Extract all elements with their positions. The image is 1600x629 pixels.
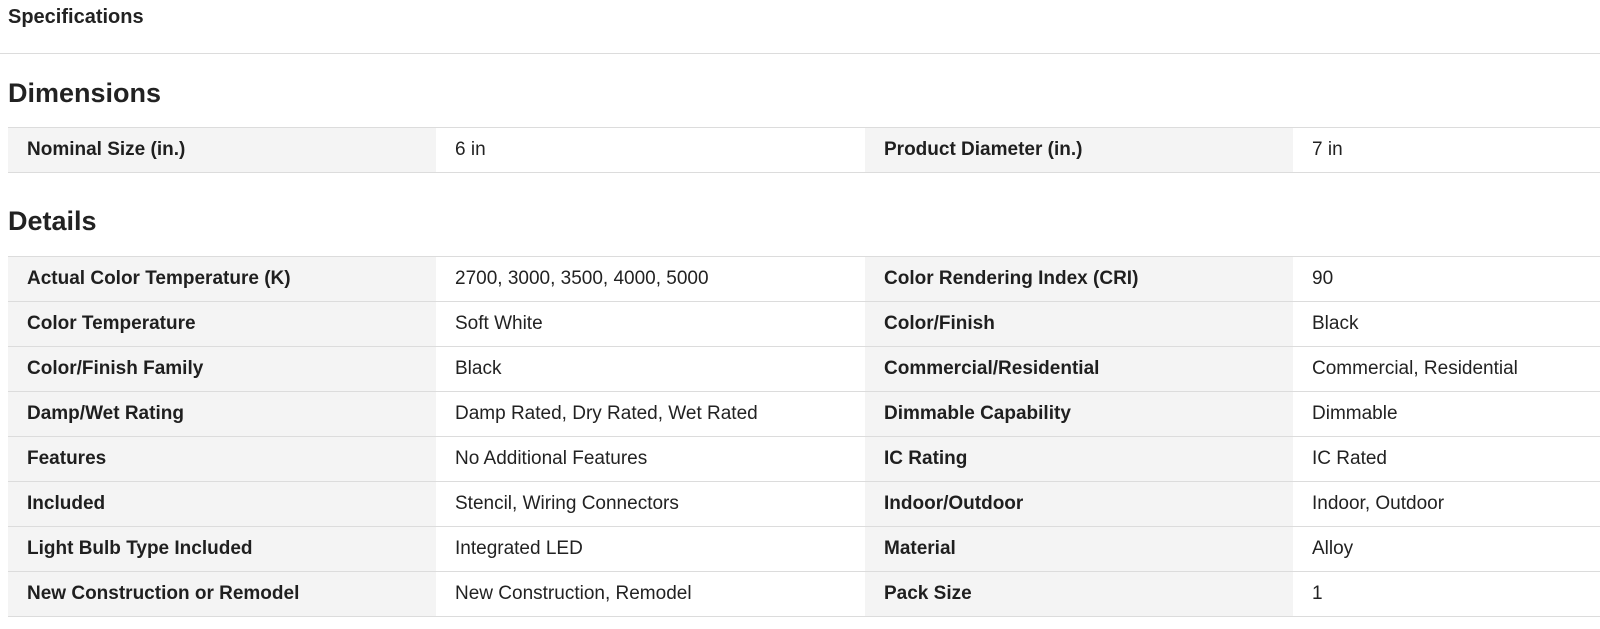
spec-label: Indoor/Outdoor (865, 482, 1293, 526)
spec-row: Light Bulb Type Included Integrated LED Ma… (8, 527, 1600, 572)
spec-value: 1 (1293, 572, 1600, 616)
spec-label: Light Bulb Type Included (8, 527, 436, 571)
spec-value: No Additional Features (436, 437, 865, 481)
spec-value: Black (436, 347, 865, 391)
spec-row: Nominal Size (in.) 6 in Product Diameter (… (8, 128, 1600, 173)
spec-value: Commercial, Residential (1293, 347, 1600, 391)
spec-label: Product Diameter (in.) (865, 128, 1293, 172)
spec-row: Damp/Wet Rating Damp Rated, Dry Rated, We… (8, 392, 1600, 437)
spec-label: Color Rendering Index (CRI) (865, 257, 1293, 301)
specifications-header: Specifications (0, 0, 1600, 54)
section-title-dimensions: Dimensions (8, 78, 162, 108)
spec-label: Nominal Size (in.) (8, 128, 436, 172)
spec-label: Actual Color Temperature (K) (8, 257, 436, 301)
page-title: Specifications (8, 6, 144, 28)
spec-label: Color Temperature (8, 302, 436, 346)
spec-label: Included (8, 482, 436, 526)
spec-value: 2700, 3000, 3500, 4000, 5000 (436, 257, 865, 301)
spec-value: IC Rated (1293, 437, 1600, 481)
spec-value: 6 in (436, 128, 865, 172)
spec-label: Material (865, 527, 1293, 571)
spec-label: IC Rating (865, 437, 1293, 481)
spec-label: Dimmable Capability (865, 392, 1293, 436)
spec-label: New Construction or Remodel (8, 572, 436, 616)
spec-value: 90 (1293, 257, 1600, 301)
dimensions-table: Nominal Size (in.) 6 in Product Diameter (… (8, 127, 1600, 173)
spec-value: Indoor, Outdoor (1293, 482, 1600, 526)
spec-value: Black (1293, 302, 1600, 346)
section-title-details: Details (8, 206, 97, 236)
spec-row: Color/Finish Family Black Commercial/Resid… (8, 347, 1600, 392)
spec-label: Damp/Wet Rating (8, 392, 436, 436)
spec-label: Commercial/Residential (865, 347, 1293, 391)
spec-value: 7 in (1293, 128, 1600, 172)
spec-value: Dimmable (1293, 392, 1600, 436)
spec-value: Soft White (436, 302, 865, 346)
spec-row: New Construction or Remodel New Construct… (8, 572, 1600, 617)
spec-row: Included Stencil, Wiring Connectors Indoor… (8, 482, 1600, 527)
spec-row: Actual Color Temperature (K) 2700, 3000, … (8, 257, 1600, 302)
spec-value: Stencil, Wiring Connectors (436, 482, 865, 526)
spec-value: Alloy (1293, 527, 1600, 571)
spec-row: Color Temperature Soft White Color/Finish B… (8, 302, 1600, 347)
spec-label: Color/Finish Family (8, 347, 436, 391)
spec-value: Integrated LED (436, 527, 865, 571)
details-table: Actual Color Temperature (K) 2700, 3000, … (8, 256, 1600, 617)
spec-row: Features No Additional Features IC Rating I… (8, 437, 1600, 482)
spec-label: Color/Finish (865, 302, 1293, 346)
spec-value: Damp Rated, Dry Rated, Wet Rated (436, 392, 865, 436)
spec-label: Pack Size (865, 572, 1293, 616)
spec-value: New Construction, Remodel (436, 572, 865, 616)
spec-label: Features (8, 437, 436, 481)
